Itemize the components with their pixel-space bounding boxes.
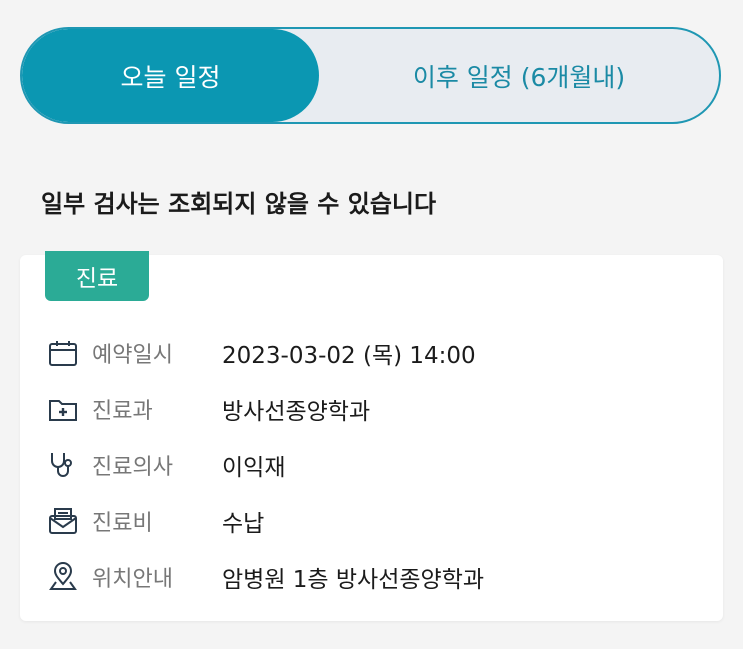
- row-location: 위치안내 암병원 1층 방사선종양학과: [46, 559, 484, 595]
- appointment-type-badge: 진료: [45, 251, 149, 301]
- envelope-icon: [46, 504, 80, 538]
- row-label: 예약일시: [92, 343, 173, 368]
- location-pin-icon: [46, 560, 80, 594]
- fee-value: 수납: [222, 511, 265, 537]
- notice-text: 일부 검사는 조회되지 않을 수 있습니다: [41, 190, 437, 218]
- row-label: 위치안내: [92, 567, 173, 592]
- row-label: 진료의사: [92, 455, 173, 480]
- department-value: 방사선종양학과: [222, 399, 371, 425]
- medical-folder-icon: [46, 392, 80, 426]
- tab-today-schedule[interactable]: 오늘 일정: [22, 29, 319, 122]
- row-fee: 진료비 수납: [46, 503, 264, 539]
- doctor-value: 이익재: [222, 455, 286, 481]
- appointment-card[interactable]: 진료 예약일시 2023-03-02 (목) 14:00 진료과 방사선종양학과: [20, 251, 723, 621]
- row-reservation-datetime: 예약일시 2023-03-02 (목) 14:00: [46, 335, 476, 371]
- tab-upcoming-schedule[interactable]: 이후 일정 (6개월내): [319, 29, 719, 122]
- calendar-icon: [46, 336, 80, 370]
- row-label: 진료비: [92, 511, 153, 536]
- schedule-tab-switch: 오늘 일정 이후 일정 (6개월내): [20, 27, 721, 124]
- stethoscope-icon: [46, 448, 80, 482]
- location-value: 암병원 1층 방사선종양학과: [222, 567, 485, 593]
- row-label: 진료과: [92, 399, 153, 424]
- reservation-datetime-value: 2023-03-02 (목) 14:00: [222, 343, 476, 369]
- row-doctor: 진료의사 이익재: [46, 447, 285, 483]
- row-department: 진료과 방사선종양학과: [46, 391, 370, 427]
